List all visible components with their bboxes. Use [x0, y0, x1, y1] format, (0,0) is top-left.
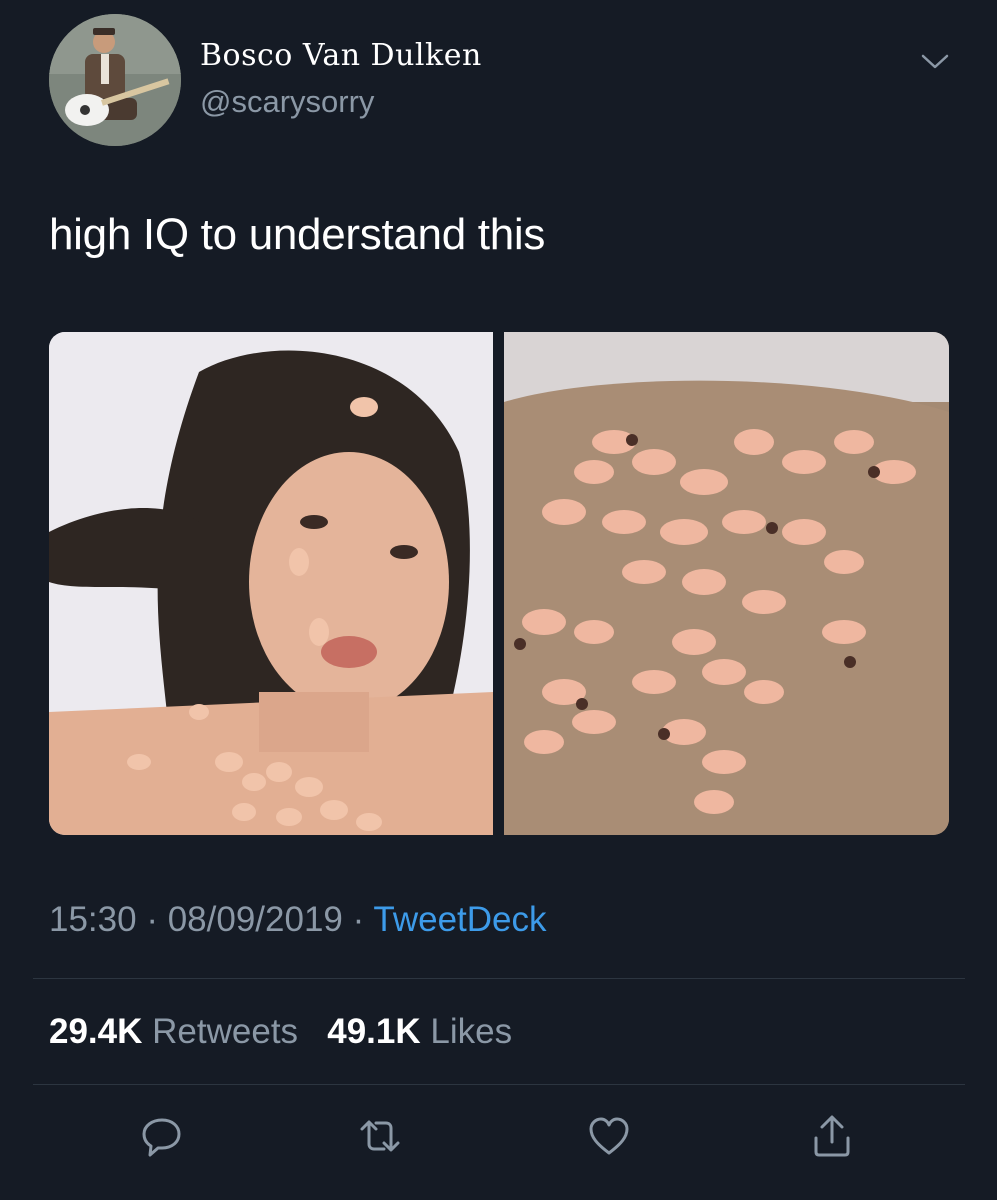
user-handle[interactable]: @scarysorry — [200, 84, 374, 120]
share-icon[interactable] — [810, 1114, 854, 1158]
divider — [33, 1084, 965, 1085]
tweet-date: 08/09/2019 — [167, 900, 343, 939]
retweet-icon[interactable] — [358, 1114, 402, 1158]
tweet-text: high IQ to understand this — [49, 210, 546, 259]
retweets-count: 29.4K — [49, 1012, 143, 1051]
likes-stat[interactable]: 49.1K Likes — [327, 1012, 512, 1051]
likes-count: 49.1K — [327, 1012, 421, 1051]
tweet-meta: 15:30 · 08/09/2019 · TweetDeck — [49, 900, 547, 940]
chevron-down-icon[interactable] — [915, 46, 955, 76]
retweets-label: Retweets — [152, 1012, 299, 1051]
tweet-source-link[interactable]: TweetDeck — [373, 900, 546, 939]
avatar[interactable] — [49, 14, 181, 146]
reply-icon[interactable] — [140, 1114, 184, 1158]
avatar-image — [49, 14, 181, 146]
photo-figurines-icon — [504, 332, 949, 835]
tweet-stats: 29.4K Retweets 49.1K Likes — [49, 1012, 512, 1052]
retweets-stat[interactable]: 29.4K Retweets — [49, 1012, 298, 1051]
meta-separator: · — [146, 900, 158, 939]
display-name[interactable]: Bosco Van Dulken — [200, 38, 482, 73]
likes-label: Likes — [430, 1012, 513, 1051]
meta-separator: · — [352, 900, 365, 939]
photo-selfie-icon — [49, 332, 493, 835]
heart-icon[interactable] — [587, 1114, 631, 1158]
tweet-photo-2[interactable] — [504, 332, 949, 835]
tweet-time: 15:30 — [49, 900, 137, 939]
divider — [33, 978, 965, 979]
tweet-photo-1[interactable] — [49, 332, 493, 835]
